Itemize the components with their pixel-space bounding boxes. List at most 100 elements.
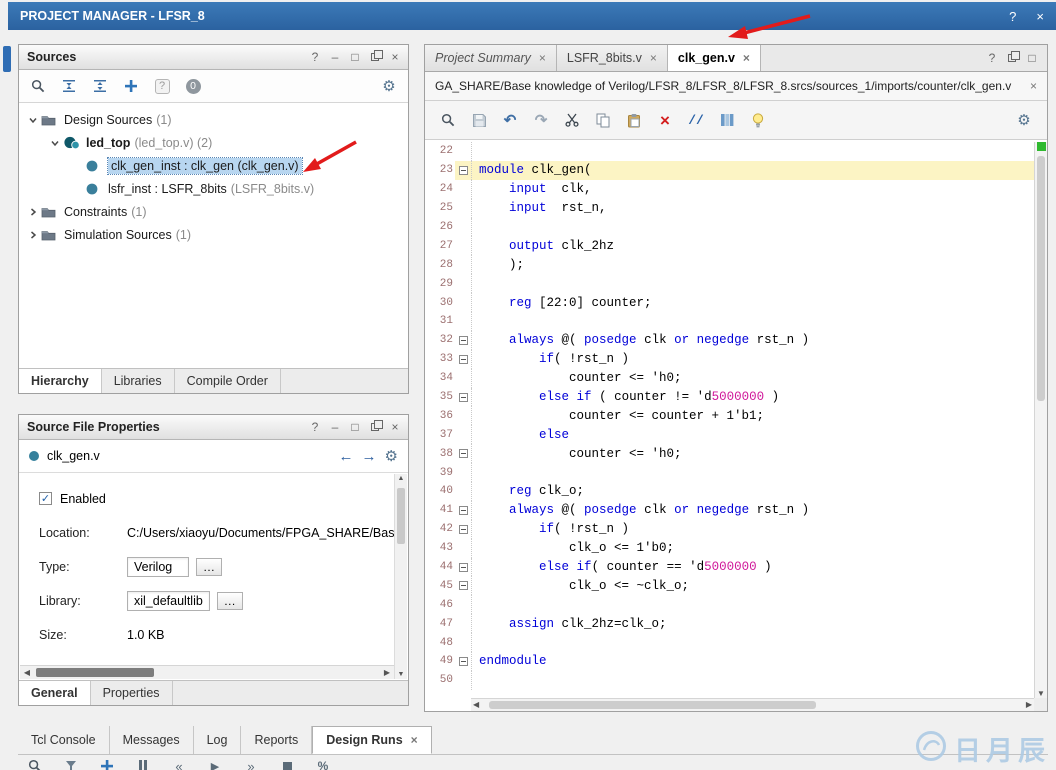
code-editor[interactable]: 22 23 module clk_gen( 24 input clk, 25 i…	[425, 142, 1034, 698]
tab-compile-order[interactable]: Compile Order	[175, 369, 281, 393]
fold-column[interactable]	[456, 330, 472, 350]
redo-icon[interactable]: ↷	[532, 111, 550, 129]
fold-column[interactable]	[456, 519, 472, 539]
close-tab-icon[interactable]: ×	[650, 51, 657, 65]
editor-horizontal-scrollbar[interactable]: ◀ ▶	[471, 698, 1034, 711]
tree-item-led-top[interactable]: led_top (led_top.v) (2)	[19, 131, 408, 154]
float-icon[interactable]	[1007, 51, 1020, 62]
help-icon[interactable]: ?	[310, 420, 320, 434]
comment-icon[interactable]: //	[687, 111, 705, 129]
fold-column[interactable]	[456, 652, 472, 671]
minimize-icon[interactable]: –	[330, 50, 340, 64]
maximize-icon[interactable]: □	[1027, 51, 1037, 65]
step-forward-icon[interactable]: »	[242, 757, 260, 770]
close-tab-icon[interactable]: ×	[539, 51, 546, 65]
columns-icon[interactable]	[718, 111, 736, 129]
chevron-right-icon[interactable]	[27, 229, 41, 241]
maximize-icon[interactable]: □	[350, 50, 360, 64]
minimize-icon[interactable]: –	[330, 420, 340, 434]
add-icon[interactable]	[122, 77, 140, 95]
pause-icon[interactable]	[134, 757, 152, 770]
bottom-tab-reports[interactable]: Reports	[241, 726, 313, 754]
bottom-tab-messages[interactable]: Messages	[110, 726, 194, 754]
float-icon[interactable]	[370, 50, 383, 61]
percent-icon[interactable]: %	[314, 757, 332, 770]
close-icon[interactable]: ×	[390, 420, 400, 434]
scroll-up-icon[interactable]: ▲	[395, 475, 407, 482]
maximize-icon[interactable]: □	[350, 420, 360, 434]
scroll-right-icon[interactable]: ▶	[380, 666, 394, 679]
fold-column[interactable]	[456, 349, 472, 369]
type-input[interactable]: Verilog	[127, 556, 189, 577]
stop-icon[interactable]	[278, 757, 296, 770]
tab-libraries[interactable]: Libraries	[102, 369, 175, 393]
library-input[interactable]: xil_defaultlib	[127, 590, 210, 611]
close-icon[interactable]: ×	[390, 50, 400, 64]
scrollbar-thumb[interactable]	[397, 488, 405, 544]
paste-icon[interactable]	[625, 111, 643, 129]
copy-icon[interactable]	[594, 111, 612, 129]
chevron-down-icon[interactable]	[49, 137, 63, 149]
chevron-down-icon[interactable]	[27, 114, 41, 126]
scroll-left-icon[interactable]: ◀	[20, 666, 34, 679]
scroll-down-icon[interactable]: ▼	[395, 671, 407, 678]
fold-column[interactable]	[456, 444, 472, 464]
editor-tab-clk-gen-v[interactable]: clk_gen.v ×	[667, 45, 761, 71]
settings-icon[interactable]: ⚙	[1015, 111, 1033, 129]
fold-column[interactable]	[456, 557, 472, 577]
scrollbar-thumb[interactable]	[489, 701, 816, 709]
properties-vertical-scrollbar[interactable]: ▲ ▼	[394, 474, 407, 679]
scroll-right-icon[interactable]: ▶	[1026, 700, 1032, 709]
bottom-tab-tcl-console[interactable]: Tcl Console	[18, 726, 110, 754]
close-path-icon[interactable]: ×	[1030, 79, 1037, 93]
settings-icon[interactable]: ⚙	[380, 77, 398, 95]
forward-icon[interactable]: →	[362, 448, 377, 465]
float-icon[interactable]	[370, 420, 383, 431]
close-icon[interactable]: ×	[1036, 9, 1044, 24]
ellipsis-button[interactable]: …	[196, 557, 222, 576]
fold-column[interactable]	[456, 500, 472, 520]
tab-properties[interactable]: Properties	[91, 681, 173, 705]
funnel-icon[interactable]	[62, 757, 80, 770]
back-icon[interactable]: ←	[339, 448, 354, 465]
tree-item-constraints[interactable]: Constraints (1)	[19, 200, 408, 223]
undo-icon[interactable]: ↶	[501, 111, 519, 129]
play-icon[interactable]: ▶	[206, 757, 224, 770]
properties-horizontal-scrollbar[interactable]: ◀ ▶	[20, 665, 394, 679]
delete-icon[interactable]: ×	[656, 111, 674, 129]
tab-general[interactable]: General	[19, 681, 91, 705]
bottom-tab-design-runs[interactable]: Design Runs ×	[312, 726, 432, 754]
save-icon[interactable]	[470, 111, 488, 129]
scroll-down-icon[interactable]: ▼	[1035, 689, 1047, 698]
scrollbar-thumb[interactable]	[1037, 156, 1045, 401]
editor-tab-lsfr-8bits-v[interactable]: LSFR_8bits.v ×	[556, 45, 668, 71]
close-tab-icon[interactable]: ×	[411, 733, 418, 747]
step-back-icon[interactable]: «	[170, 757, 188, 770]
help-icon[interactable]: ?	[987, 51, 997, 65]
settings-icon[interactable]: ⚙	[385, 447, 398, 465]
tree-item-simulation-sources[interactable]: Simulation Sources (1)	[19, 223, 408, 246]
tab-hierarchy[interactable]: Hierarchy	[19, 369, 102, 393]
lightbulb-icon[interactable]	[749, 111, 767, 129]
help-box-icon[interactable]: ?	[153, 77, 171, 95]
fold-column[interactable]	[456, 160, 472, 180]
tree-item-lsfr-inst-lsfr-8bits[interactable]: lsfr_inst : LSFR_8bits (LSFR_8bits.v)	[19, 177, 408, 200]
chevron-right-icon[interactable]	[27, 206, 41, 218]
search-icon[interactable]	[29, 77, 47, 95]
tree-item-clk-gen-inst-clk-gen-clk-gen-v[interactable]: clk_gen_inst : clk_gen (clk_gen.v)	[19, 154, 408, 177]
add-icon[interactable]	[98, 757, 116, 770]
close-tab-icon[interactable]: ×	[743, 51, 750, 65]
search-icon[interactable]	[439, 111, 457, 129]
editor-vertical-scrollbar[interactable]: ▼	[1034, 142, 1047, 698]
search-icon[interactable]	[26, 757, 44, 770]
expand-all-icon[interactable]	[91, 77, 109, 95]
cut-icon[interactable]	[563, 111, 581, 129]
editor-tab-project-summary[interactable]: Project Summary ×	[425, 45, 557, 71]
scrollbar-thumb[interactable]	[36, 668, 154, 677]
bottom-tab-log[interactable]: Log	[194, 726, 242, 754]
scroll-left-icon[interactable]: ◀	[473, 700, 479, 709]
ellipsis-button[interactable]: …	[216, 591, 243, 610]
help-icon[interactable]: ?	[1009, 9, 1016, 24]
enabled-checkbox[interactable]: ✓	[39, 492, 52, 505]
fold-column[interactable]	[456, 387, 472, 407]
